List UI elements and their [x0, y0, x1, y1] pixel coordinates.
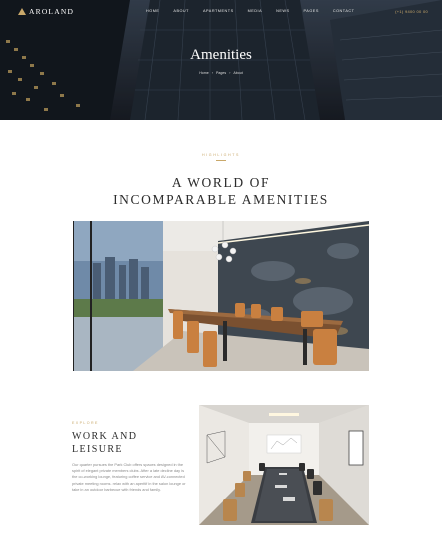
breadcrumb-home[interactable]: Home [199, 71, 209, 75]
feature-description: Our quarter pursues the Park Club offers… [72, 462, 186, 492]
section-heading: A WORLD OF INCOMPARABLE AMENITIES [0, 174, 442, 208]
heading-line-1: A WORLD OF [171, 175, 271, 190]
nav-media[interactable]: MEDIA [248, 9, 263, 13]
heading-line-2: INCOMPARABLE AMENITIES [113, 192, 329, 207]
page-title: Amenities [190, 47, 252, 63]
nav-contact[interactable]: CONTACT [333, 9, 355, 13]
logo-icon [18, 8, 26, 15]
nav-apartments[interactable]: APARTMENTS [203, 9, 234, 13]
nav-home[interactable]: HOME [146, 9, 159, 13]
section-kicker: HIGHLIGHTS [202, 153, 240, 157]
logo[interactable]: AROLAND [18, 7, 74, 16]
feature-kicker: EXPLORE [72, 421, 99, 425]
meeting-room-photo [199, 405, 369, 525]
top-navigation: AROLAND HOME ABOUT APARTMENTS MEDIA NEWS… [0, 0, 442, 24]
dining-room-photo [73, 221, 369, 371]
main-menu: HOME ABOUT APARTMENTS MEDIA NEWS PAGES C… [146, 9, 368, 13]
phone-number[interactable]: (+1) 9400 00 00 [395, 9, 428, 14]
breadcrumb: Home › Pages › About [0, 71, 442, 75]
nav-news[interactable]: NEWS [276, 9, 289, 13]
logo-text: AROLAND [29, 7, 75, 16]
breadcrumb-separator: › [229, 71, 231, 75]
feature-heading-line-2: LEISURE [72, 443, 123, 455]
nav-pages[interactable]: PAGES [304, 9, 319, 13]
feature-heading-line-1: WORK AND [72, 431, 138, 442]
hero-banner: AROLAND HOME ABOUT APARTMENTS MEDIA NEWS… [0, 0, 442, 120]
kicker-divider [216, 160, 226, 161]
breadcrumb-pages[interactable]: Pages [216, 71, 226, 75]
nav-about[interactable]: ABOUT [173, 9, 189, 13]
feature-heading: WORK AND LEISURE [72, 431, 192, 456]
breadcrumb-current: About [233, 71, 243, 75]
breadcrumb-separator: › [211, 71, 213, 75]
